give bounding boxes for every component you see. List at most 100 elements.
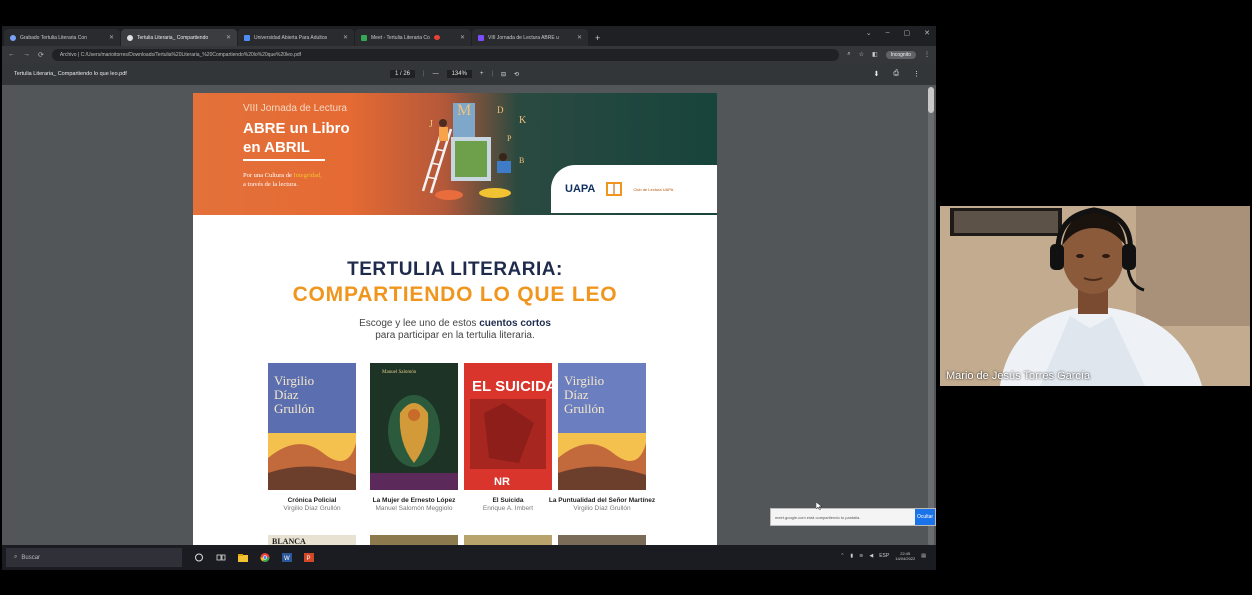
description: Escoge y lee uno de estos cuentos cortos… [193, 318, 717, 342]
book-author: Virgilio Díaz Grullón [573, 505, 631, 512]
svg-text:W: W [284, 556, 290, 562]
hide-share-notice-button[interactable]: Ocultar [915, 509, 935, 525]
tab-jornada[interactable]: VIII Jornada de Lectura ABRE u ✕ [472, 29, 588, 46]
tab-favicon-icon [10, 34, 16, 41]
tab-tertulia-pdf[interactable]: Tertulia Literaria_ Compartiendo ✕ [121, 29, 237, 46]
windows-taskbar: ⌕ Buscar W P ⌃ ▮ ≋ ◀ ESP 22:45 14/04/202… [2, 545, 936, 570]
club-lectura-logo: Club de Lectura UAPA [633, 186, 674, 192]
tab-label: Meet - Tertulia Literaria Co [371, 34, 430, 41]
star-icon[interactable]: ☆ [859, 51, 864, 58]
tab-favicon-icon [361, 34, 367, 41]
word-icon[interactable]: W [282, 553, 292, 562]
svg-text:Díaz: Díaz [274, 387, 299, 402]
zoom-out-button[interactable]: — [433, 71, 439, 77]
svg-text:P: P [507, 134, 512, 143]
abre-line1: ABRE un Libro [243, 120, 350, 137]
pdf-controls: 1 / 26 | — 134% + | ⊟ ⟲ [390, 70, 519, 78]
taskbar-search[interactable]: ⌕ Buscar [6, 548, 182, 567]
participant-video-tile[interactable]: Mario de Jesús Torres García [940, 206, 1250, 386]
sidepanel-icon[interactable]: ◧ [872, 51, 878, 58]
cultura-prefix: Por una Cultura de [243, 172, 292, 179]
zoom-icon[interactable]: ⌕ [847, 51, 850, 58]
share-notice-text: meet.google.com está compartiendo tu pan… [775, 514, 861, 520]
divider: | [423, 71, 425, 77]
search-placeholder: Buscar [21, 554, 41, 561]
tray-chevron-icon[interactable]: ⌃ [840, 553, 844, 559]
tab-uapa[interactable]: Universidad Abierta Para Adultos ✕ [238, 29, 354, 46]
address-actions: ⌕ ☆ ◧ Incognito ⋮ [847, 50, 930, 59]
tab-label: Universidad Abierta Para Adultos [254, 34, 328, 41]
cultura-text: Por una Cultura de Integridad, a través … [243, 171, 322, 189]
url-field[interactable]: Archivo | C:/Users/marioitorres/Download… [51, 48, 840, 61]
close-icon[interactable]: ✕ [577, 34, 582, 41]
rotate-icon[interactable]: ⟲ [514, 71, 519, 78]
print-icon[interactable]: ⎙ [893, 70, 899, 78]
book-caption-cronica: Crónica Policial Virgilio Díaz Grullón [257, 497, 367, 513]
page-indicator[interactable]: 1 / 26 [390, 70, 416, 78]
minimize-button[interactable]: – [886, 29, 890, 37]
cultura-highlight: Integridad, [293, 172, 322, 179]
book-logo-icon [606, 182, 623, 196]
window-controls: ⌄ – ▢ ✕ [866, 29, 930, 37]
chrome-icon[interactable] [260, 553, 270, 562]
tab-search-icon[interactable]: ⌄ [866, 29, 872, 37]
participant-name: Mario de Jesús Torres García [946, 370, 1091, 382]
book-cover-puntualidad: Virgilio Díaz Grullón [558, 363, 646, 490]
recording-dot-icon [433, 35, 440, 40]
incognito-badge[interactable]: Incognito [885, 50, 916, 59]
language-indicator[interactable]: ESP [879, 553, 889, 559]
forward-button[interactable]: → [23, 51, 30, 58]
abre-line2: en ABRIL [243, 139, 310, 156]
shared-screen: Grabado Tertulia Literaria Con ✕ Tertulia… [2, 26, 936, 570]
svg-text:P: P [307, 556, 311, 562]
cortana-icon[interactable] [194, 553, 204, 562]
desc-prefix: Escoge y lee uno de estos [359, 318, 477, 329]
vertical-scrollbar[interactable] [928, 87, 934, 546]
reload-button[interactable]: ⟳ [38, 51, 44, 59]
close-window-button[interactable]: ✕ [924, 29, 930, 37]
pdf-page: VIII Jornada de Lectura ABRE un Libro en… [193, 93, 717, 550]
pdf-viewer[interactable]: VIII Jornada de Lectura ABRE un Libro en… [2, 85, 936, 550]
tab-grabado[interactable]: Grabado Tertulia Literaria Con ✕ [4, 29, 120, 46]
tab-meet[interactable]: Meet - Tertulia Literaria Co ✕ [355, 29, 471, 46]
pdf-toolbar: Tertulia Literaria_ Compartiendo lo que … [2, 63, 936, 85]
file-explorer-icon[interactable] [238, 553, 248, 562]
wifi-icon[interactable]: ≋ [859, 553, 863, 559]
new-tab-button[interactable]: + [595, 29, 600, 46]
cultura-line2: a través de la lectura. [243, 181, 299, 188]
powerpoint-icon[interactable]: P [304, 553, 314, 562]
close-icon[interactable]: ✕ [460, 34, 465, 41]
svg-text:J: J [429, 119, 433, 130]
download-icon[interactable]: ⬇ [874, 70, 880, 78]
book-cover-suicida: EL SUICIDA NR [464, 363, 552, 490]
svg-text:Díaz: Díaz [564, 387, 589, 402]
browser-tab-bar: Grabado Tertulia Literaria Con ✕ Tertulia… [2, 26, 936, 46]
jornada-banner: VIII Jornada de Lectura ABRE un Libro en… [193, 93, 717, 215]
scrollbar-thumb[interactable] [928, 87, 934, 113]
more-icon[interactable]: ⋮ [913, 70, 920, 78]
close-icon[interactable]: ✕ [343, 34, 348, 41]
notification-icon[interactable]: ▤ [921, 553, 926, 559]
book-title: La Puntualidad del Señor Martínez [548, 497, 656, 504]
taskbar-clock[interactable]: 22:45 14/04/2022 [895, 551, 915, 561]
pdf-title: Tertulia Literaria_ Compartiendo lo que … [14, 71, 127, 77]
menu-icon[interactable]: ⋮ [924, 51, 930, 58]
close-icon[interactable]: ✕ [226, 34, 231, 41]
task-view-icon[interactable] [216, 553, 226, 562]
tab-label: VIII Jornada de Lectura ABRE u [488, 34, 559, 41]
desc-bold: cuentos cortos [479, 318, 551, 329]
book-cover-cronica: Virgilio Díaz Grullón [268, 363, 356, 490]
tab-favicon-icon [478, 34, 484, 41]
svg-text:D: D [497, 105, 504, 115]
maximize-button[interactable]: ▢ [904, 29, 911, 37]
system-tray: ⌃ ▮ ≋ ◀ ESP 22:45 14/04/2022 ▤ [840, 551, 926, 561]
back-button[interactable]: ← [8, 51, 15, 58]
zoom-in-button[interactable]: + [480, 71, 484, 77]
fit-page-icon[interactable]: ⊟ [501, 71, 506, 78]
battery-icon[interactable]: ▮ [850, 553, 853, 559]
volume-icon[interactable]: ◀ [869, 553, 873, 559]
close-icon[interactable]: ✕ [109, 34, 114, 41]
uapa-logo: UAPA [565, 183, 596, 195]
book-cover-mujer: Manuel Salomón [370, 363, 458, 490]
zoom-level[interactable]: 134% [446, 70, 472, 78]
